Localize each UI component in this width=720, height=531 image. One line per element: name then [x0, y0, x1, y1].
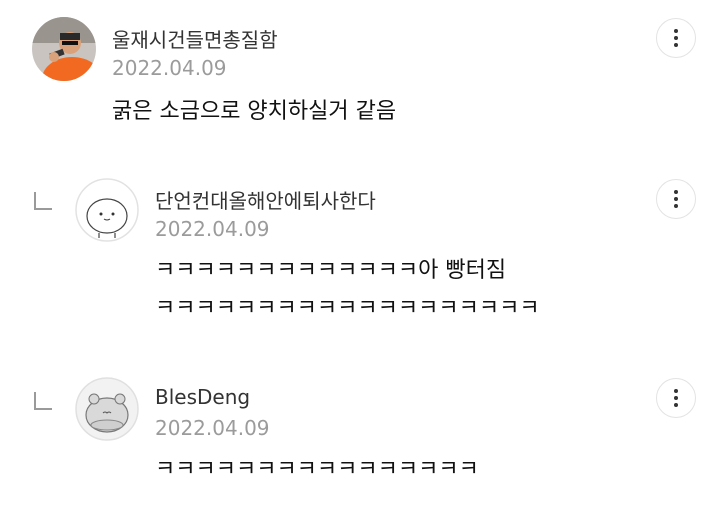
- more-options-button[interactable]: [656, 179, 696, 219]
- character-avatar-icon: [75, 178, 139, 242]
- more-options-button[interactable]: [656, 378, 696, 418]
- comment-date: 2022.04.09: [155, 416, 270, 440]
- more-vertical-icon: [674, 190, 678, 194]
- author-name[interactable]: 울재시건들면총질함: [112, 24, 278, 53]
- comment-text: 굵은 소금으로 양치하실거 같음: [112, 99, 397, 124]
- comment-text-line: ㅋㅋㅋㅋㅋㅋㅋㅋㅋㅋㅋㅋㅋ아 빵터짐: [155, 258, 507, 283]
- reply-comment: 단언컨대올해안에퇴사한다 2022.04.09 ㅋㅋㅋㅋㅋㅋㅋㅋㅋㅋㅋㅋㅋ아 빵…: [0, 170, 720, 340]
- more-vertical-icon: [674, 389, 678, 393]
- comment-date: 2022.04.09: [112, 56, 227, 80]
- avatar[interactable]: [75, 377, 139, 441]
- character-avatar-icon: [75, 377, 139, 441]
- author-name[interactable]: 단언컨대올해안에퇴사한다: [155, 185, 376, 214]
- comment-date: 2022.04.09: [155, 217, 270, 241]
- author-name[interactable]: BlesDeng: [155, 385, 250, 409]
- reply-comment: BlesDeng 2022.04.09 ㅋㅋㅋㅋㅋㅋㅋㅋㅋㅋㅋㅋㅋㅋㅋㅋ: [0, 370, 720, 531]
- more-options-button[interactable]: [656, 18, 696, 58]
- comment: 울재시건들면총질함 2022.04.09 굵은 소금으로 양치하실거 같음: [0, 0, 720, 140]
- avatar[interactable]: [75, 178, 139, 242]
- reply-arrow-icon: [34, 392, 52, 410]
- comment-text-line: ㅋㅋㅋㅋㅋㅋㅋㅋㅋㅋㅋㅋㅋㅋㅋㅋㅋㅋㅋ: [155, 296, 540, 321]
- more-vertical-icon: [674, 29, 678, 33]
- comment-text: ㅋㅋㅋㅋㅋㅋㅋㅋㅋㅋㅋㅋㅋㅋㅋㅋ: [155, 457, 479, 482]
- avatar[interactable]: [32, 17, 96, 81]
- profile-photo-icon: [32, 17, 96, 81]
- reply-arrow-icon: [34, 192, 52, 210]
